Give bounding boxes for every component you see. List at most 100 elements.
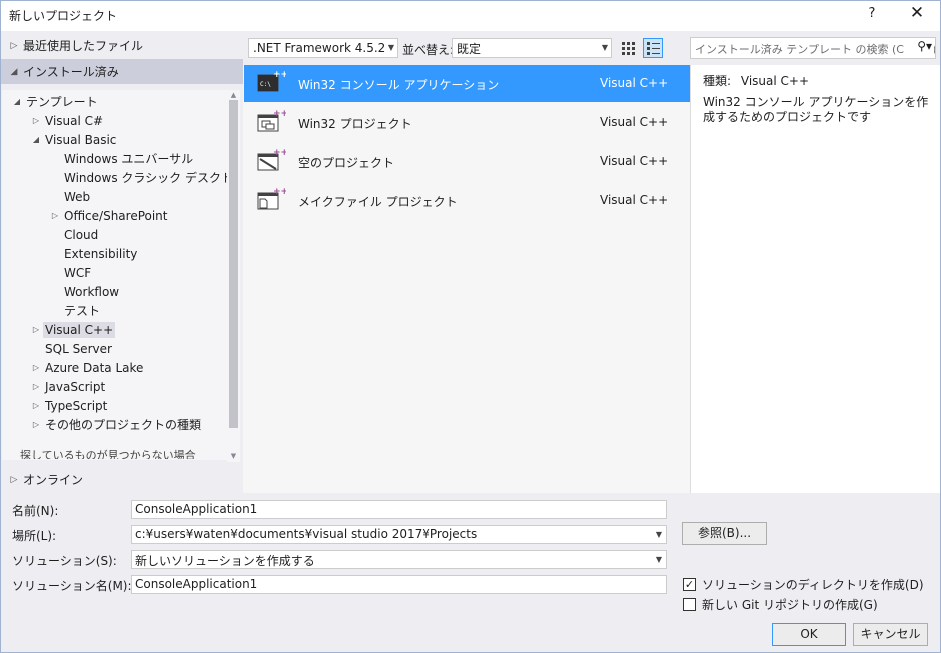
create-directory-label: ソリューションのディレクトリを作成(D): [702, 578, 924, 592]
create-directory-checkbox[interactable]: ✓: [683, 578, 696, 591]
template-language: Visual C++: [600, 193, 669, 207]
template-name: Win32 プロジェクト: [298, 117, 412, 131]
tree-item-label: テンプレート: [26, 95, 98, 109]
tree-item[interactable]: ▷ Azure Data Lake: [29, 358, 145, 377]
svg-text:++: ++: [273, 187, 286, 197]
chevron-down-icon: ▼: [655, 530, 662, 539]
framework-dropdown[interactable]: .NET Framework 4.5.2 ▼: [248, 38, 398, 58]
tree-item-label: テスト: [64, 304, 101, 318]
chevron-right-icon[interactable]: ▷: [29, 325, 43, 334]
tree-item[interactable]: WCF: [48, 263, 93, 282]
tree-item[interactable]: ▷ Visual C#: [29, 111, 105, 130]
tree-item-label: Office/SharePoint: [64, 208, 168, 223]
tree-item[interactable]: ▷ Visual C++: [29, 320, 116, 339]
tree-item[interactable]: SQL Server: [29, 339, 114, 358]
console-app-icon: C:\ ++: [256, 69, 288, 97]
chevron-right-icon: ▷: [10, 40, 18, 51]
chevron-down-icon[interactable]: ◢: [10, 97, 24, 106]
sort-value: 既定: [457, 41, 482, 56]
small-icons-view-button[interactable]: [618, 38, 638, 58]
tree-item[interactable]: Windows ユニバーサル: [48, 149, 195, 168]
tree-item-label: Visual C++: [43, 321, 116, 338]
tree-item[interactable]: Workflow: [48, 282, 121, 301]
browse-button[interactable]: 参照(B)...: [682, 522, 767, 545]
solution-name-label: ソリューション名(M):: [12, 579, 132, 593]
tree-item[interactable]: ▷ その他のプロジェクトの種類: [29, 415, 203, 434]
tree-item-label: Windows ユニバーサル: [64, 152, 194, 166]
template-item[interactable]: ++ 空のプロジェクト Visual C++: [244, 143, 690, 180]
tree-item-label: SQL Server: [45, 341, 112, 356]
scroll-up-icon[interactable]: ▲: [228, 91, 239, 99]
chevron-right-icon[interactable]: ▷: [29, 116, 43, 125]
close-button[interactable]: ✕: [905, 3, 929, 27]
section-recent[interactable]: ▷ 最近使用したファイル: [1, 33, 243, 58]
svg-text:++: ++: [273, 109, 286, 119]
tree-item[interactable]: Windows クラシック デスクトップ: [48, 168, 227, 187]
ok-button[interactable]: OK: [772, 623, 846, 646]
template-item[interactable]: C:\ ++ Win32 コンソール アプリケーション Visual C++: [244, 65, 690, 102]
section-installed-label: インストール済み: [23, 65, 119, 79]
section-installed[interactable]: ◢ インストール済み: [1, 59, 243, 84]
git-repo-option[interactable]: 新しい Git リポジトリの作成(G): [683, 596, 878, 613]
template-search-input[interactable]: インストール済み テンプレート の検索 (Ctrl+E): [690, 37, 936, 59]
sort-label: 並べ替え:: [402, 43, 455, 57]
solution-dropdown[interactable]: 新しいソリューションを作成する ▼: [131, 550, 667, 569]
type-value: Visual C++: [740, 74, 810, 88]
search-placeholder: インストール済み テンプレート の検索 (Ctrl+E): [695, 43, 936, 56]
framework-value: .NET Framework 4.5.2: [253, 41, 386, 55]
makefile-project-icon: ++: [256, 186, 288, 214]
location-combobox[interactable]: c:¥users¥waten¥documents¥visual studio 2…: [131, 525, 667, 544]
help-button[interactable]: ?: [862, 6, 882, 24]
tree-item-label: Extensibility: [64, 246, 138, 261]
tree-item[interactable]: テスト: [48, 301, 102, 320]
list-view-button[interactable]: [643, 38, 663, 58]
tree-item[interactable]: Web: [48, 187, 92, 206]
solution-name-input[interactable]: ConsoleApplication1: [131, 575, 667, 594]
create-directory-option[interactable]: ✓ ソリューションのディレクトリを作成(D): [683, 576, 924, 593]
list-icon: [647, 42, 660, 55]
type-label: 種類:: [703, 74, 732, 88]
chevron-right-icon[interactable]: ▷: [48, 211, 62, 220]
project-name-input[interactable]: ConsoleApplication1: [131, 500, 667, 519]
dialog-title: 新しいプロジェクト: [9, 9, 118, 23]
template-item[interactable]: ++ メイクファイル プロジェクト Visual C++: [244, 182, 690, 219]
template-name: 空のプロジェクト: [298, 156, 395, 170]
tree-item-label: Cloud: [64, 227, 99, 242]
template-tree: ◢ テンプレート ▷ Visual C# ◢ Visual Basic Windows ユニ…: [2, 90, 227, 460]
tree-item[interactable]: ◢ Visual Basic: [29, 130, 118, 149]
chevron-right-icon[interactable]: ▷: [29, 382, 43, 391]
svg-text:C:\: C:\: [260, 81, 271, 88]
tree-item-label: Workflow: [64, 284, 120, 299]
chevron-down-icon[interactable]: ◢: [29, 135, 43, 144]
tree-item-label: Visual C#: [45, 113, 104, 128]
title-bar: [1, 1, 940, 31]
tree-item-label: Visual Basic: [45, 132, 117, 147]
scroll-down-icon[interactable]: ▼: [228, 452, 239, 460]
chevron-right-icon: ▷: [10, 474, 18, 485]
git-repo-checkbox[interactable]: [683, 598, 696, 611]
svg-text:++: ++: [273, 70, 286, 80]
grid-icon: [622, 42, 635, 55]
section-online-label: オンライン: [23, 473, 84, 487]
chevron-down-icon: ◢: [10, 66, 18, 77]
tree-item[interactable]: ◢ テンプレート: [10, 92, 100, 111]
scrollbar-thumb[interactable]: [229, 100, 238, 428]
section-recent-label: 最近使用したファイル: [23, 39, 144, 53]
tree-item[interactable]: ▷ TypeScript: [29, 396, 109, 415]
svg-text:++: ++: [273, 148, 286, 158]
section-online[interactable]: ▷ オンライン: [1, 467, 243, 492]
tree-item[interactable]: Extensibility: [48, 244, 139, 263]
sort-dropdown[interactable]: 既定 ▼: [452, 38, 612, 58]
chevron-right-icon[interactable]: ▷: [29, 363, 43, 372]
chevron-right-icon[interactable]: ▷: [29, 420, 43, 429]
template-item[interactable]: ++ Win32 プロジェクト Visual C++: [244, 104, 690, 141]
search-icon[interactable]: ⚲▾: [904, 39, 934, 57]
tree-item[interactable]: ▷ JavaScript: [29, 377, 107, 396]
cancel-button[interactable]: キャンセル: [853, 623, 928, 646]
chevron-right-icon[interactable]: ▷: [29, 401, 43, 410]
tree-item[interactable]: ▷ Office/SharePoint: [48, 206, 170, 225]
hint-link[interactable]: 探しているものが見つからない場合: [20, 447, 196, 459]
tree-item-label: Web: [64, 189, 91, 204]
location-label: 場所(L):: [12, 529, 57, 543]
tree-item[interactable]: Cloud: [48, 225, 100, 244]
